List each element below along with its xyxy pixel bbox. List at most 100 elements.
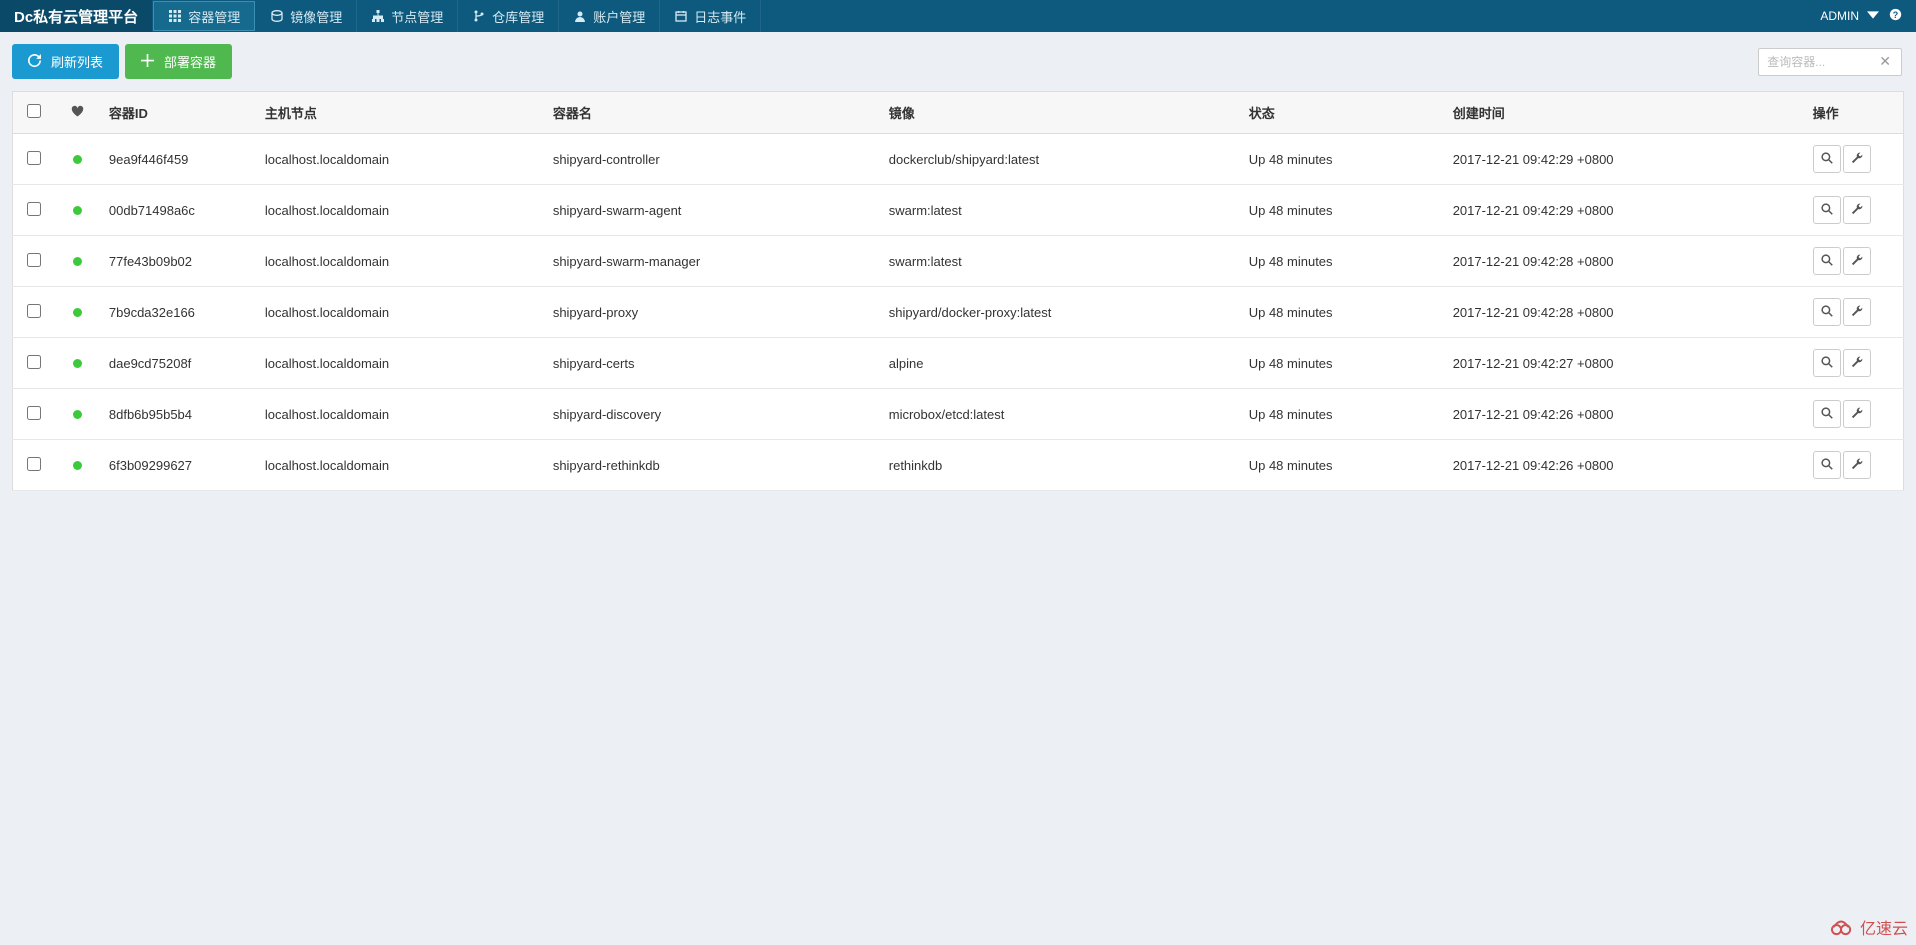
cell-name: shipyard-controller (543, 134, 879, 185)
search-icon (1821, 458, 1833, 473)
config-button[interactable] (1843, 400, 1871, 428)
inspect-button[interactable] (1813, 349, 1841, 377)
cell-created: 2017-12-21 09:42:29 +0800 (1443, 134, 1803, 185)
inspect-button[interactable] (1813, 451, 1841, 479)
watermark-logo-icon (1830, 917, 1856, 937)
search-icon (1821, 152, 1833, 167)
config-button[interactable] (1843, 196, 1871, 224)
cell-image: swarm:latest (879, 236, 1239, 287)
th-created: 创建时间 (1443, 92, 1803, 134)
cell-created: 2017-12-21 09:42:26 +0800 (1443, 389, 1803, 440)
cell-created: 2017-12-21 09:42:28 +0800 (1443, 287, 1803, 338)
table-row: dae9cd75208flocalhost.localdomainshipyar… (13, 338, 1904, 389)
status-dot-icon (73, 359, 82, 368)
nav-item-label: 节点管理 (391, 7, 443, 26)
wrench-icon (1851, 407, 1863, 422)
table-row: 00db71498a6clocalhost.localdomainshipyar… (13, 185, 1904, 236)
cell-host: localhost.localdomain (255, 185, 543, 236)
cell-created: 2017-12-21 09:42:29 +0800 (1443, 185, 1803, 236)
cell-container-id: 00db71498a6c (99, 185, 255, 236)
cell-status: Up 48 minutes (1239, 389, 1443, 440)
cell-container-id: 9ea9f446f459 (99, 134, 255, 185)
row-checkbox[interactable] (27, 406, 41, 420)
search-icon (1821, 356, 1833, 371)
navbar-right: ADMIN ? (1806, 0, 1916, 32)
row-checkbox[interactable] (27, 151, 41, 165)
containers-table: 容器ID 主机节点 容器名 镜像 状态 创建时间 操作 9ea9f446f459… (12, 91, 1904, 491)
status-dot-icon (73, 410, 82, 419)
nav-item-label: 账户管理 (593, 7, 645, 26)
config-button[interactable] (1843, 298, 1871, 326)
top-navbar: Dc私有云管理平台 容器管理镜像管理 节点管理 仓库管理 账户管理日志事件 ADMIN… (0, 0, 1916, 32)
status-dot-icon (73, 308, 82, 317)
inspect-button[interactable] (1813, 400, 1841, 428)
plus-icon (141, 54, 154, 70)
cell-image: alpine (879, 338, 1239, 389)
nav-item-3[interactable]: 仓库管理 (458, 0, 559, 32)
cell-container-id: dae9cd75208f (99, 338, 255, 389)
search-clear-icon[interactable]: ✕ (1869, 53, 1901, 70)
select-all-checkbox[interactable] (27, 104, 41, 118)
nav-item-0[interactable]: 容器管理 (153, 1, 255, 31)
nav-item-label: 仓库管理 (492, 7, 544, 26)
nav-item-4[interactable]: 账户管理 (559, 0, 660, 32)
nav-item-label: 容器管理 (188, 7, 240, 26)
containers-table-wrap: 容器ID 主机节点 容器名 镜像 状态 创建时间 操作 9ea9f446f459… (12, 91, 1904, 491)
health-icon (71, 106, 84, 121)
config-button[interactable] (1843, 145, 1871, 173)
row-checkbox[interactable] (27, 457, 41, 471)
search-icon (1821, 254, 1833, 269)
nav-item-1[interactable]: 镜像管理 (256, 0, 357, 32)
nav-item-2[interactable]: 节点管理 (357, 0, 458, 32)
row-checkbox[interactable] (27, 253, 41, 267)
cell-container-id: 6f3b09299627 (99, 440, 255, 491)
cell-created: 2017-12-21 09:42:28 +0800 (1443, 236, 1803, 287)
sitemap-icon (371, 9, 385, 23)
refresh-icon (28, 54, 41, 70)
status-dot-icon (73, 155, 82, 164)
wrench-icon (1851, 203, 1863, 218)
watermark: 亿速云 (1830, 915, 1908, 939)
cell-host: localhost.localdomain (255, 134, 543, 185)
cell-status: Up 48 minutes (1239, 134, 1443, 185)
inspect-button[interactable] (1813, 196, 1841, 224)
brand-title: Dc私有云管理平台 (0, 0, 152, 32)
row-checkbox[interactable] (27, 355, 41, 369)
search-container: ✕ (1758, 48, 1902, 76)
th-image: 镜像 (879, 92, 1239, 134)
inspect-button[interactable] (1813, 298, 1841, 326)
cell-status: Up 48 minutes (1239, 236, 1443, 287)
cell-status: Up 48 minutes (1239, 185, 1443, 236)
status-dot-icon (73, 206, 82, 215)
th-host-node: 主机节点 (255, 92, 543, 134)
cell-name: shipyard-swarm-agent (543, 185, 879, 236)
svg-text:?: ? (1893, 10, 1898, 20)
cell-host: localhost.localdomain (255, 440, 543, 491)
nav-item-5[interactable]: 日志事件 (660, 0, 761, 32)
status-dot-icon (73, 257, 82, 266)
table-row: 6f3b09299627localhost.localdomainshipyar… (13, 440, 1904, 491)
row-checkbox[interactable] (27, 202, 41, 216)
user-name: ADMIN (1820, 9, 1859, 23)
row-checkbox[interactable] (27, 304, 41, 318)
deploy-button[interactable]: 部署容器 (125, 44, 232, 79)
wrench-icon (1851, 356, 1863, 371)
cell-container-id: 8dfb6b95b5b4 (99, 389, 255, 440)
disk-icon (270, 9, 284, 23)
cell-name: shipyard-proxy (543, 287, 879, 338)
table-row: 8dfb6b95b5b4localhost.localdomainshipyar… (13, 389, 1904, 440)
user-menu[interactable]: ADMIN (1820, 9, 1879, 24)
search-icon (1821, 407, 1833, 422)
config-button[interactable] (1843, 247, 1871, 275)
watermark-text: 亿速云 (1860, 915, 1908, 939)
config-button[interactable] (1843, 349, 1871, 377)
refresh-button[interactable]: 刷新列表 (12, 44, 119, 79)
inspect-button[interactable] (1813, 145, 1841, 173)
search-input[interactable] (1759, 49, 1869, 75)
config-button[interactable] (1843, 451, 1871, 479)
table-row: 77fe43b09b02localhost.localdomainshipyar… (13, 236, 1904, 287)
help-icon[interactable]: ? (1889, 8, 1902, 24)
refresh-label: 刷新列表 (51, 52, 103, 71)
th-container-name: 容器名 (543, 92, 879, 134)
inspect-button[interactable] (1813, 247, 1841, 275)
